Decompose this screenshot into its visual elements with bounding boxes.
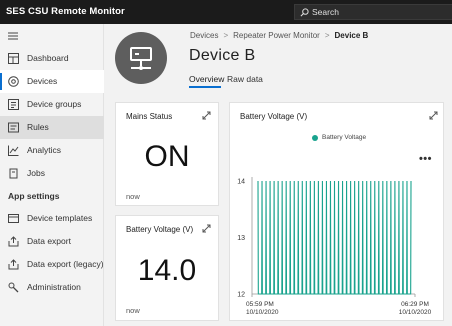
search-icon [300,8,309,17]
battery-voltage-chart: 14131205:59 PM10/10/202006:29 PM10/10/20… [237,177,432,316]
x-tick-label: 10/10/2020 [399,309,432,316]
sidebar-item-label: Rules [27,122,49,132]
tile-title: Battery Voltage (V) [126,225,194,234]
breadcrumb-devices[interactable]: Devices [190,31,218,40]
rules-icon [8,122,19,133]
sidebar-item-devices[interactable]: Devices [0,70,104,93]
active-tab-indicator [189,86,221,88]
app-title: SES CSU Remote Monitor [6,6,125,17]
breadcrumb-separator: > [324,31,330,40]
tab-raw-data[interactable]: Raw data [227,74,263,84]
breadcrumb-template[interactable]: Repeater Power Monitor [233,31,320,40]
hamburger-menu-icon[interactable] [8,32,18,40]
sidebar-item-device-templates[interactable]: Device templates [0,207,104,230]
sidebar-item-dashboard[interactable]: Dashboard [0,47,104,70]
sidebar-item-rules[interactable]: Rules [0,116,104,139]
battery-voltage-kpi-tile: Battery Voltage (V) 14.0 now [115,215,219,321]
mains-status-value: ON [144,140,190,173]
y-tick-label: 14 [237,179,245,186]
sidebar-item-label: Device groups [27,99,82,109]
sidebar-item-label: Administration [27,282,81,292]
breadcrumb: Devices > Repeater Power Monitor > Device B [190,31,368,40]
analytics-icon [8,145,19,156]
device-avatar [115,32,167,84]
page-title: Device B [189,47,256,64]
x-tick-label: 10/10/2020 [246,309,279,316]
jobs-icon [9,168,18,179]
data-export-legacy-icon [8,259,19,270]
sidebar: Dashboard Devices Device groups Rules An… [0,24,104,326]
breadcrumb-current: Device B [334,31,369,40]
x-tick-label: 05:59 PM [246,301,274,308]
top-bar: SES CSU Remote Monitor Search [0,0,452,24]
sidebar-item-data-export[interactable]: Data export [0,230,104,253]
sidebar-item-label: Data export (legacy) [27,259,104,269]
sidebar-item-label: Analytics [27,145,62,155]
series-line-battery-voltage [257,180,412,295]
sidebar-item-analytics[interactable]: Analytics [0,139,104,162]
breadcrumb-separator: > [223,31,229,40]
sidebar-item-label: Data export [27,236,71,246]
battery-voltage-chart-tile: Battery Voltage (V) Battery Voltage ••• … [229,102,444,321]
sidebar-item-label: Devices [27,76,58,86]
app-settings-heading: App settings [8,191,60,201]
y-tick-label: 12 [237,292,245,299]
administration-icon [8,282,19,293]
search-box[interactable]: Search [294,4,452,20]
battery-voltage-timestamp: now [126,306,140,315]
sidebar-item-administration[interactable]: Administration [0,276,104,299]
search-input[interactable]: Search [312,7,339,17]
sidebar-item-label: Dashboard [27,53,69,63]
device-icon [130,47,152,70]
expand-icon[interactable] [202,111,211,120]
tile-title: Mains Status [126,112,173,121]
tab-overview[interactable]: Overview [189,74,224,84]
sidebar-item-jobs[interactable]: Jobs [0,162,104,185]
data-export-icon [8,236,19,247]
device-templates-icon [8,214,19,223]
dashboard-icon [8,53,19,64]
sidebar-item-data-export-legacy[interactable]: Data export (legacy) [0,253,104,276]
devices-icon [8,76,19,87]
mains-status-timestamp: now [126,192,140,201]
sidebar-item-label: Jobs [27,168,45,178]
x-tick-label: 06:29 PM [401,301,429,308]
battery-voltage-value: 14.0 [137,254,197,287]
sidebar-item-label: Device templates [27,213,93,223]
mains-status-tile: Mains Status ON now [115,102,219,206]
expand-icon[interactable] [202,224,211,233]
y-tick-label: 13 [237,235,245,242]
device-groups-icon [8,99,19,110]
sidebar-item-device-groups[interactable]: Device groups [0,93,104,116]
